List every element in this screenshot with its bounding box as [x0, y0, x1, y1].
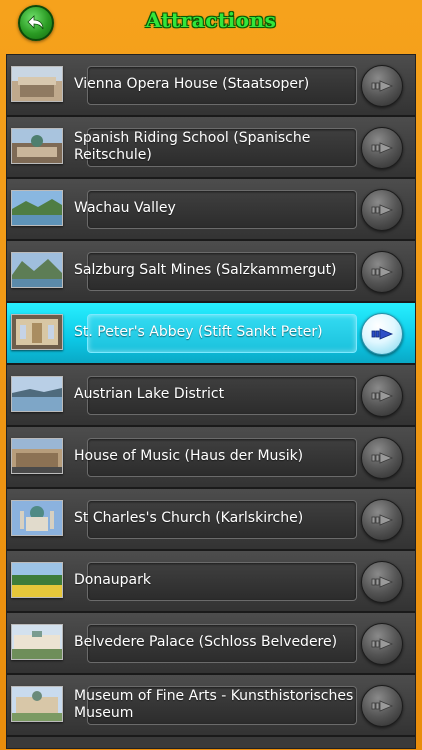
arrow-right-icon: [371, 576, 394, 588]
attraction-row[interactable]: Spanish Riding School (Spanische Reitsch…: [7, 117, 415, 179]
attraction-name: Spanish Riding School (Spanische Reitsch…: [74, 129, 311, 163]
open-attraction-button[interactable]: [361, 623, 403, 665]
arrow-right-icon: [371, 266, 394, 278]
attraction-thumbnail: [11, 252, 63, 288]
attraction-row[interactable]: St Charles's Church (Karlskirche): [7, 489, 415, 551]
open-attraction-button[interactable]: [361, 685, 403, 727]
arrow-right-icon: [371, 700, 394, 712]
arrow-right-icon: [371, 514, 394, 526]
attraction-row[interactable]: Austrian Lake District: [7, 365, 415, 427]
open-attraction-button[interactable]: [361, 561, 403, 603]
top-bar: Attractions: [0, 0, 422, 48]
attraction-name: Vienna Opera House (Staatsoper): [74, 76, 310, 92]
attraction-row[interactable]: Belvedere Palace (Schloss Belvedere): [7, 613, 415, 675]
attraction-name: Belvedere Palace (Schloss Belvedere): [74, 634, 338, 650]
attraction-thumbnail: [11, 686, 63, 722]
attraction-thumbnail: [11, 438, 63, 474]
attraction-thumbnail: [11, 562, 63, 598]
open-attraction-button[interactable]: [361, 251, 403, 293]
attraction-thumbnail: [11, 376, 63, 412]
attraction-row[interactable]: Museum of Fine Arts - Kunsthistorisches …: [7, 675, 415, 737]
attraction-row[interactable]: Wachau Valley: [7, 179, 415, 241]
arrow-right-icon: [371, 80, 394, 92]
attraction-name: Wachau Valley: [74, 200, 176, 216]
attraction-thumbnail: [11, 128, 63, 164]
open-attraction-button[interactable]: [361, 65, 403, 107]
arrow-right-icon: [371, 204, 394, 216]
attraction-row[interactable]: House of Music (Haus der Musik): [7, 427, 415, 489]
attractions-list[interactable]: Vienna Opera House (Staatsoper) Spanish R…: [6, 54, 416, 749]
attraction-row[interactable]: Donaupark: [7, 551, 415, 613]
open-attraction-button[interactable]: [361, 313, 403, 355]
page-title: Attractions: [145, 8, 277, 32]
attraction-thumbnail: [11, 66, 63, 102]
attraction-thumbnail: [11, 624, 63, 660]
attraction-name: Donaupark: [74, 572, 151, 588]
attraction-row[interactable]: St. Peter's Abbey (Stift Sankt Peter): [7, 303, 415, 365]
arrow-right-icon: [371, 142, 394, 154]
attraction-thumbnail: [11, 190, 63, 226]
attraction-row[interactable]: Vienna Opera House (Staatsoper): [7, 55, 415, 117]
attraction-name: St Charles's Church (Karlskirche): [74, 510, 304, 526]
arrow-right-icon: [371, 390, 394, 402]
attraction-thumbnail: [11, 314, 63, 350]
arrow-right-icon: [371, 452, 394, 464]
attraction-thumbnail: [11, 500, 63, 536]
open-attraction-button[interactable]: [361, 375, 403, 417]
open-attraction-button[interactable]: [361, 127, 403, 169]
arrow-right-icon: [371, 328, 394, 340]
attraction-name: Salzburg Salt Mines (Salzkammergut): [74, 262, 337, 278]
attraction-name: St. Peter's Abbey (Stift Sankt Peter): [74, 324, 323, 340]
attraction-name: House of Music (Haus der Musik): [74, 448, 304, 464]
open-attraction-button[interactable]: [361, 437, 403, 479]
open-attraction-button[interactable]: [361, 189, 403, 231]
open-attraction-button[interactable]: [361, 499, 403, 541]
attraction-name: Austrian Lake District: [74, 386, 225, 402]
attraction-name: Museum of Fine Arts - Kunsthistorisches …: [74, 687, 354, 721]
attraction-row[interactable]: Salzburg Salt Mines (Salzkammergut): [7, 241, 415, 303]
arrow-right-icon: [371, 638, 394, 650]
